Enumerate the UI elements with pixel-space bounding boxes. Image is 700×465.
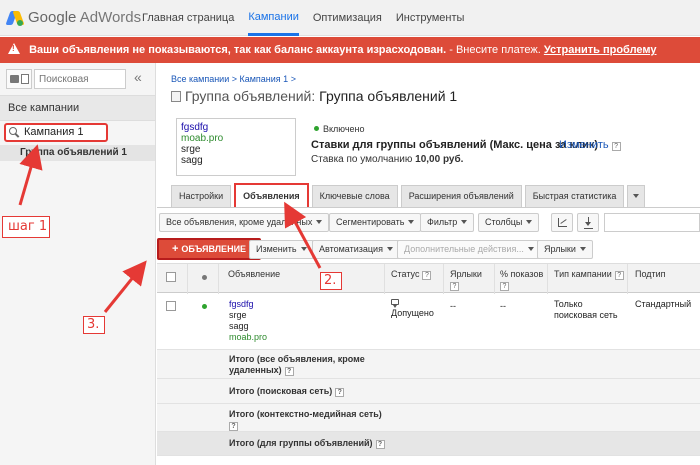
annotation-step-3-text: 3. (87, 317, 100, 332)
annotation-step-2-text: 2. (324, 273, 337, 288)
arrow-step-1 (18, 144, 43, 206)
arrow-step-3 (103, 260, 147, 313)
annotation-step-1-text: шаг 1 (8, 219, 48, 234)
tutorial-arrows (18, 144, 322, 313)
arrow-step-2 (284, 201, 322, 269)
